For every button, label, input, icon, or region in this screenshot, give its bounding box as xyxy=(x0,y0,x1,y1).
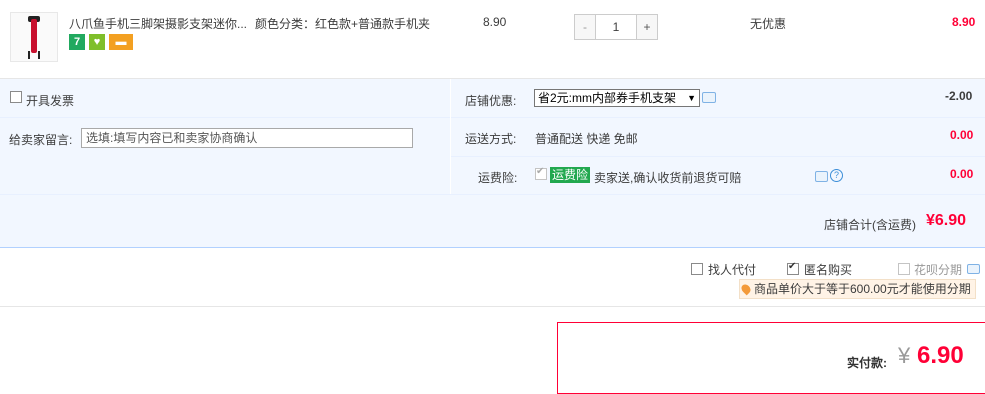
cart-item-row: 八爪鱼手机三脚架摄影支架迷你... 颜色分类：红色款+普通款手机夹 7 ♥ ▬ … xyxy=(0,0,985,79)
tripod-leg-shape xyxy=(38,51,40,59)
column-divider xyxy=(450,79,451,194)
sku-spec: 颜色分类：红色款+普通款手机夹 xyxy=(255,17,431,31)
actual-payment-box: 实付款: ¥ 6.90 xyxy=(557,322,985,394)
shop-discount-select[interactable]: 省2元:mm内部券手机支架 ▼ xyxy=(534,89,700,107)
huabei-tip: 商品单价大于等于600.00元才能使用分期 xyxy=(739,279,976,299)
quantity-decrease-button[interactable]: - xyxy=(575,15,595,39)
message-input[interactable]: 选填:填写内容已和卖家协商确认 xyxy=(81,128,413,148)
row-divider xyxy=(450,156,985,157)
seven-day-return-icon[interactable]: 7 xyxy=(69,34,85,50)
shipping-method: 普通配送 快递 免邮 xyxy=(535,132,638,146)
order-options-panel: 开具发票 店铺优惠: 省2元:mm内部券手机支架 ▼ -2.00 给卖家留言: … xyxy=(0,79,985,248)
huabei-tip-text: 商品单价大于等于600.00元才能使用分期 xyxy=(754,282,971,296)
unit-price: 8.90 xyxy=(483,15,507,29)
product-title-link[interactable]: 八爪鱼手机三脚架摄影支架迷你... xyxy=(69,15,247,32)
tripod-body-shape xyxy=(31,19,37,53)
anonymous-label: 匿名购买 xyxy=(804,263,853,277)
proxy-pay-label: 找人代付 xyxy=(708,263,757,277)
shop-discount-amount: -2.00 xyxy=(945,89,973,103)
tripod-leg-shape xyxy=(28,51,30,59)
insurance-tag: 运费险 xyxy=(550,167,591,183)
insurance-description: 卖家送,确认收货前退货可赔 xyxy=(594,171,742,185)
invoice-checkbox[interactable] xyxy=(10,91,22,103)
currency-symbol: ¥ xyxy=(898,343,911,368)
guarantee-icon[interactable]: ♥ xyxy=(89,34,105,50)
item-subtotal: 8.90 xyxy=(952,15,976,29)
shop-discount-label: 店铺优惠: xyxy=(465,94,517,108)
invoice-label: 开具发票 xyxy=(26,94,75,108)
huabei-label: 花呗分期 xyxy=(914,263,963,277)
quantity-stepper: - 1 + xyxy=(574,14,658,40)
comment-icon[interactable] xyxy=(967,264,980,274)
row-divider xyxy=(0,117,985,118)
location-pin-icon xyxy=(739,282,753,296)
huabei-checkbox[interactable] xyxy=(898,263,910,275)
actual-pay-value: 6.90 xyxy=(917,342,964,369)
message-label: 给卖家留言: xyxy=(9,133,73,147)
proxy-pay-checkbox[interactable] xyxy=(691,263,703,275)
insurance-amount: 0.00 xyxy=(950,167,974,181)
shipping-amount: 0.00 xyxy=(950,128,974,142)
help-icon[interactable]: ? xyxy=(830,169,843,182)
shop-discount-selected: 省2元:mm内部券手机支架 xyxy=(538,91,677,105)
quantity-input[interactable]: 1 xyxy=(595,15,637,39)
product-thumbnail[interactable] xyxy=(10,12,58,62)
anonymous-checkbox[interactable] xyxy=(787,261,799,275)
row-divider xyxy=(0,194,985,195)
item-discount: 无优惠 xyxy=(750,17,787,31)
insurance-checkbox[interactable] xyxy=(535,166,547,180)
comment-icon[interactable] xyxy=(815,171,828,182)
insurance-label: 运费险: xyxy=(478,171,518,185)
message-placeholder: 选填:填写内容已和卖家协商确认 xyxy=(86,131,258,145)
shipping-label: 运送方式: xyxy=(465,132,517,146)
actual-pay-label: 实付款: xyxy=(847,356,887,370)
quantity-increase-button[interactable]: + xyxy=(637,15,657,39)
comment-icon[interactable] xyxy=(702,92,716,103)
credit-card-icon[interactable]: ▬ xyxy=(109,34,133,50)
shop-total-label: 店铺合计(含运费) xyxy=(824,218,916,232)
chevron-down-icon: ▼ xyxy=(687,93,696,103)
section-divider xyxy=(0,306,985,307)
shop-total-value: ¥6.90 xyxy=(926,212,967,229)
